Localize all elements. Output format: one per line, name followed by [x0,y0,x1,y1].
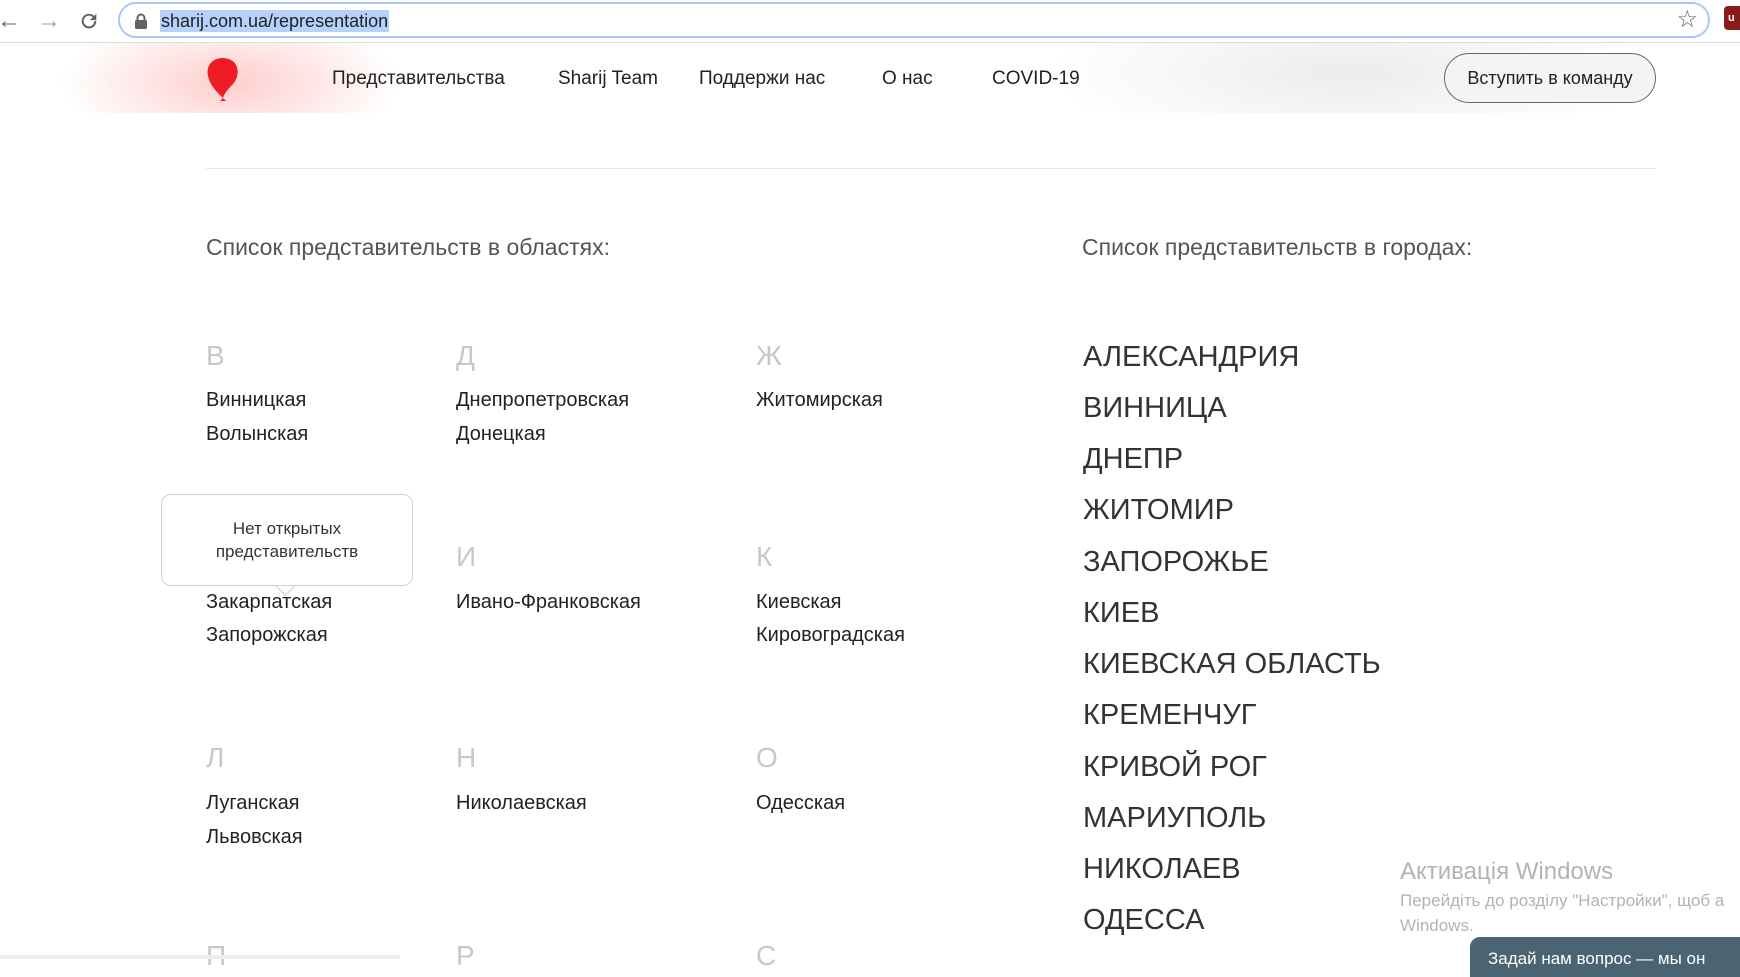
lock-icon [135,13,147,29]
content-divider [206,168,1656,169]
nav-link-about[interactable]: О нас [882,68,933,90]
region-link[interactable]: Винницкая [206,388,306,412]
region-link[interactable]: Донецкая [456,422,546,446]
nav-link-covid[interactable]: COVID-19 [992,68,1080,90]
no-offices-tooltip: Нет открытых представительств [161,494,413,586]
reload-icon[interactable] [74,6,104,36]
bottom-scroll-strip [0,955,400,959]
windows-activation-title: Активація Windows [1400,858,1614,885]
back-arrow-icon[interactable]: ← [0,6,24,36]
city-link[interactable]: НИКОЛАЕВ [1083,852,1241,886]
balloon-logo-icon[interactable] [205,56,241,102]
chat-widget[interactable]: Задай нам вопрос — мы он [1470,937,1740,977]
bookmark-star-icon[interactable]: ☆ [1676,6,1698,34]
region-letter: Л [206,742,225,773]
city-link[interactable]: КРЕМЕНЧУГ [1083,698,1256,732]
region-letter: К [756,541,773,572]
city-link[interactable]: ВИННИЦА [1083,391,1227,425]
city-link[interactable]: КРИВОЙ РОГ [1083,750,1267,784]
region-letter: С [756,940,777,971]
city-link[interactable]: МАРИУПОЛЬ [1083,801,1266,835]
region-link[interactable]: Луганская [206,791,300,815]
city-link[interactable]: ОДЕССА [1083,903,1205,937]
region-link[interactable]: Одесская [756,791,845,815]
ublock-extension-icon[interactable]: u [1724,6,1740,30]
city-link[interactable]: АЛЕКСАНДРИЯ [1083,340,1299,374]
join-team-button[interactable]: Вступить в команду [1444,53,1656,103]
reload-icon-glyph [81,13,97,29]
forward-arrow-icon[interactable]: → [34,6,64,36]
nav-link-representations[interactable]: Представительства [332,68,505,90]
city-link[interactable]: КИЕВ [1083,596,1159,630]
region-link[interactable]: Запорожская [206,623,328,647]
url-text[interactable]: sharij.com.ua/representation [160,10,390,32]
region-link[interactable]: Львовская [206,825,303,849]
region-link[interactable]: Закарпатская [206,590,332,614]
city-link[interactable]: ЖИТОМИР [1083,493,1234,527]
windows-activation-text: Перейдіть до розділу "Настройки", щоб а … [1400,891,1725,935]
region-letter: Ж [756,340,782,371]
regions-title: Список представительств в областях: [206,234,610,260]
region-link[interactable]: Ивано-Франковская [456,590,641,614]
region-link[interactable]: Николаевская [456,791,587,815]
region-letter: И [456,541,477,572]
region-letter: Д [456,340,475,371]
city-link[interactable]: ДНЕПР [1083,442,1183,476]
region-letter: О [756,742,778,773]
browser-toolbar: ← → sharij.com.ua/representation ☆ u [0,0,1740,43]
region-link[interactable]: Житомирская [756,388,883,412]
region-letter: В [206,340,225,371]
region-letter: Р [456,940,475,971]
nav-link-sharij-team[interactable]: Sharij Team [558,68,658,90]
address-bar[interactable]: sharij.com.ua/representation ☆ [118,2,1710,38]
city-link[interactable]: КИЕВСКАЯ ОБЛАСТЬ [1083,647,1381,681]
region-link[interactable]: Киевская [756,590,842,614]
site-header: Представительства Sharij Team Поддержи н… [0,43,1740,113]
city-link[interactable]: ЗАПОРОЖЬЕ [1083,545,1269,579]
nav-link-support-us[interactable]: Поддержи нас [699,68,825,90]
region-letter: Н [456,742,477,773]
cities-title: Список представительств в городах: [1082,234,1473,260]
region-link[interactable]: Кировоградская [756,623,905,647]
region-link[interactable]: Днепропетровская [456,388,629,412]
region-link[interactable]: Волынская [206,422,308,446]
